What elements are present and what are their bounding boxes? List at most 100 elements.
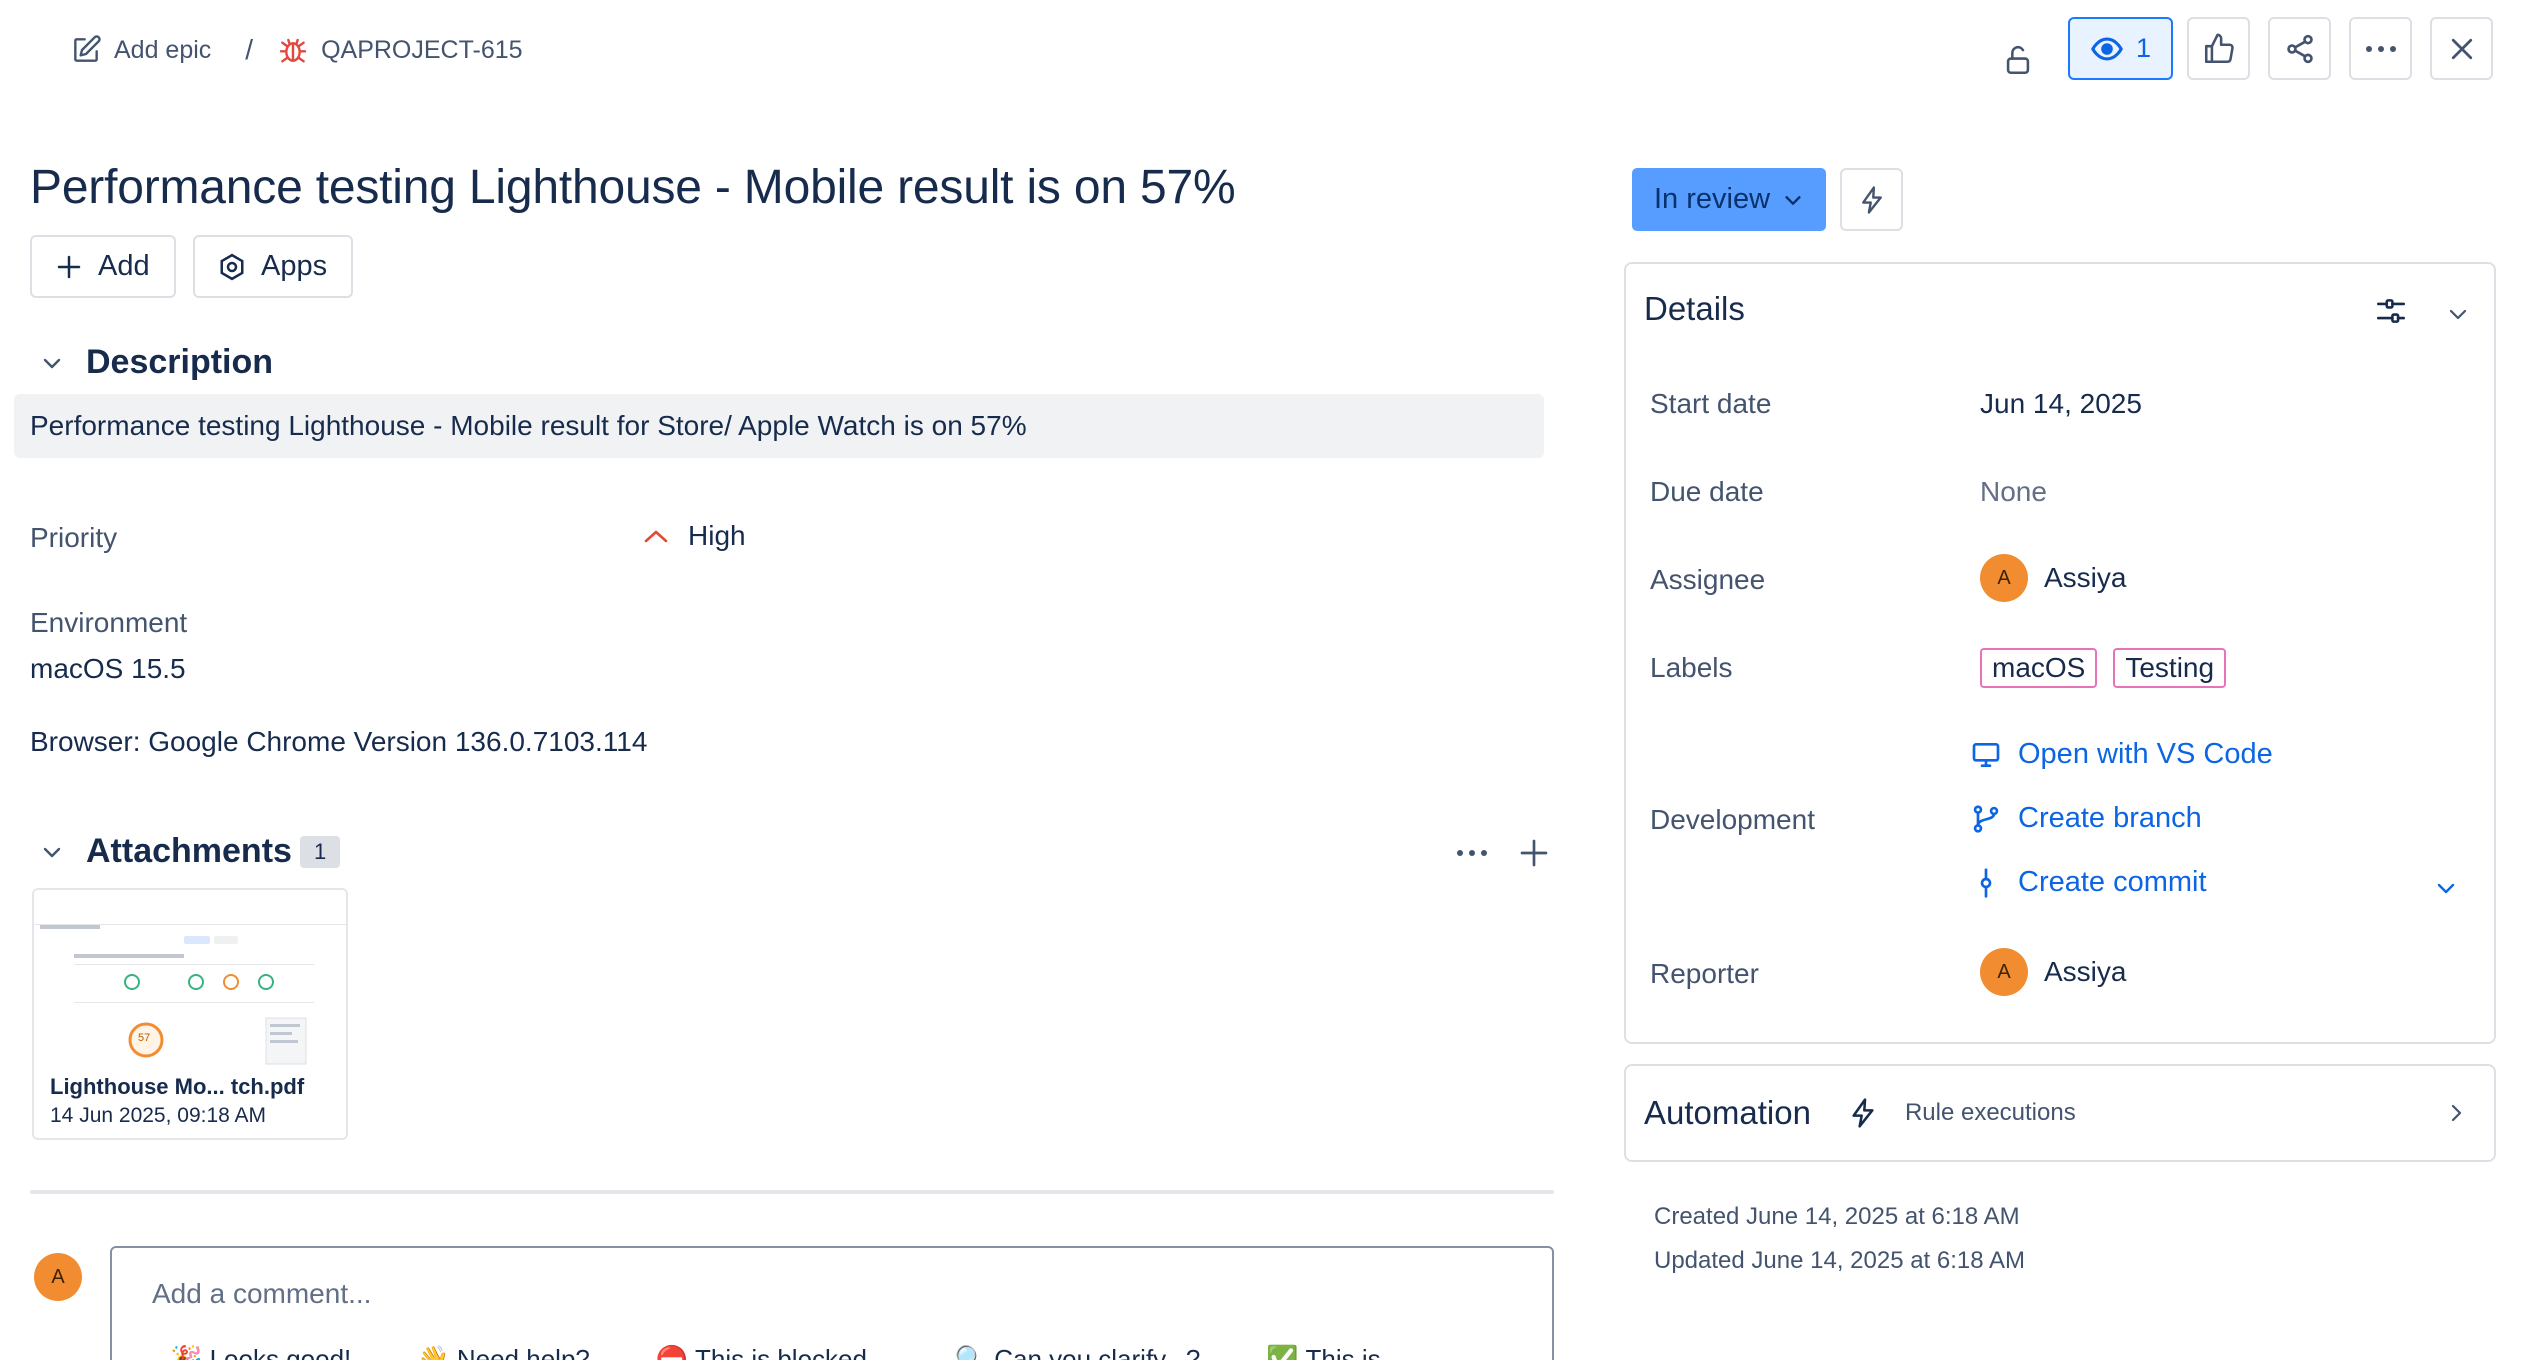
labels-field[interactable]: macOS Testing — [1980, 648, 2227, 688]
add-button-label: Add — [98, 250, 150, 282]
avatar: A — [1980, 554, 2028, 602]
issue-title[interactable]: Performance testing Lighthouse - Mobile … — [30, 160, 1236, 215]
environment-os: macOS 15.5 — [30, 653, 186, 684]
apps-icon — [217, 252, 247, 282]
bug-icon — [277, 34, 309, 66]
breadcrumb-separator: / — [245, 34, 254, 65]
updated-timestamp: Updated June 14, 2025 at 6:18 AM — [1654, 1247, 2025, 1274]
commit-icon — [1970, 867, 2002, 899]
reporter-name: Assiya — [2044, 956, 2127, 987]
created-timestamp: Created June 14, 2025 at 6:18 AM — [1654, 1203, 2020, 1230]
priority-label: Priority — [30, 522, 118, 553]
label-chip[interactable]: Testing — [2113, 648, 2227, 688]
watch-count: 1 — [2135, 33, 2152, 63]
section-divider — [30, 1190, 1554, 1194]
chevron-right-icon — [2444, 1101, 2468, 1125]
plus-icon — [54, 252, 84, 282]
attachments-heading: Attachments — [86, 832, 292, 870]
unlock-icon — [1988, 28, 2048, 91]
close-button[interactable] — [2430, 17, 2493, 80]
open-vscode-label: Open with VS Code — [2018, 738, 2273, 770]
share-icon — [2284, 33, 2316, 65]
add-epic-link[interactable]: Add epic — [70, 34, 211, 66]
rule-executions-label: Rule executions — [1904, 1099, 2076, 1126]
environment-browser: Browser: Google Chrome Version 136.0.710… — [30, 726, 648, 757]
create-commit-link[interactable]: Create commit — [1970, 866, 2207, 899]
apps-button-label: Apps — [261, 250, 328, 282]
thumbnail-score: 57 — [138, 1032, 151, 1044]
create-branch-link[interactable]: Create branch — [1970, 802, 2202, 835]
automation-heading: Automation — [1644, 1094, 1811, 1131]
avatar: A — [34, 1253, 82, 1301]
attachment-thumbnail: 57 — [34, 890, 346, 1068]
eye-icon — [2090, 32, 2124, 66]
chevron-down-icon — [1782, 189, 1804, 211]
due-date-value[interactable]: None — [1980, 476, 2047, 508]
attachments-header[interactable]: Attachments 1 — [40, 832, 341, 871]
environment-label: Environment — [30, 607, 188, 638]
details-collapse-button[interactable] — [2438, 294, 2478, 334]
quick-reply-chip[interactable]: ⛔ This is blocked... — [656, 1344, 889, 1360]
chevron-down-icon — [2446, 302, 2470, 326]
avatar: A — [1980, 948, 2028, 996]
assignee-label: Assignee — [1650, 564, 1766, 595]
attachment-file-date: 14 Jun 2025, 09:18 AM — [50, 1104, 266, 1127]
add-attachment-button[interactable] — [1513, 832, 1555, 874]
status-label: In review — [1654, 183, 1771, 215]
configure-fields-button[interactable] — [2366, 286, 2416, 336]
priority-field[interactable]: High — [642, 520, 746, 552]
avatar-initial: A — [51, 1265, 65, 1288]
sliders-icon — [2374, 294, 2408, 328]
assignee-name: Assiya — [2044, 562, 2127, 593]
more-icon — [1455, 848, 1489, 858]
due-date-label: Due date — [1650, 476, 1764, 507]
label-chip[interactable]: macOS — [1980, 648, 2098, 688]
start-date-value[interactable]: Jun 14, 2025 — [1980, 388, 2142, 420]
attachment-file-name: Lighthouse Mo... tch.pdf — [50, 1074, 305, 1099]
details-heading: Details — [1644, 290, 1745, 327]
attachment-card[interactable]: 57 Lighthouse Mo... tch.pdf 14 Jun 2025,… — [32, 888, 348, 1140]
actions-lightning-button[interactable] — [1840, 168, 1903, 231]
description-text: Performance testing Lighthouse - Mobile … — [30, 410, 1027, 441]
description-header[interactable]: Description — [40, 343, 273, 382]
thumbs-up-icon — [2202, 32, 2236, 66]
reporter-field[interactable]: A Assiya — [1980, 948, 2126, 996]
comment-placeholder: Add a comment... — [152, 1278, 372, 1309]
quick-reply-chip[interactable]: 👋 Need help? — [417, 1344, 590, 1360]
quick-reply-chip[interactable]: 🔍 Can you clarify...? — [955, 1344, 1201, 1360]
issue-key-link[interactable]: QAPROJECT-615 — [277, 34, 523, 66]
assignee-field[interactable]: A Assiya — [1980, 554, 2126, 602]
more-icon — [2364, 44, 2398, 54]
lightning-icon — [1847, 1093, 1879, 1133]
reporter-label: Reporter — [1650, 958, 1759, 989]
chevron-down-icon — [40, 351, 64, 375]
monitor-icon — [1970, 739, 2002, 771]
lock-button[interactable] — [1988, 28, 2048, 91]
description-field[interactable]: Performance testing Lighthouse - Mobile … — [14, 394, 1544, 458]
add-epic-label: Add epic — [114, 35, 212, 64]
attachments-more-button[interactable] — [1452, 835, 1492, 871]
status-dropdown[interactable]: In review — [1632, 168, 1827, 231]
automation-panel[interactable]: Automation Rule executions — [1624, 1064, 2496, 1162]
comment-input[interactable]: Add a comment... 🎉 Looks good! 👋 Need he… — [110, 1246, 1554, 1360]
branch-icon — [1970, 803, 2002, 835]
more-actions-button[interactable] — [2349, 17, 2412, 80]
quick-replies: 🎉 Looks good! 👋 Need help? ⛔ This is blo… — [170, 1344, 1402, 1360]
attachments-count-badge: 1 — [299, 835, 341, 868]
close-icon — [2447, 34, 2477, 64]
quick-reply-chip[interactable]: 🎉 Looks good! — [170, 1344, 351, 1360]
quick-reply-chip[interactable]: ✅ This is... — [1266, 1344, 1402, 1360]
priority-value: High — [688, 520, 746, 551]
breadcrumb: Add epic / QAPROJECT-615 — [70, 30, 523, 70]
add-button[interactable]: Add — [30, 235, 176, 298]
open-vscode-link[interactable]: Open with VS Code — [1970, 738, 2273, 771]
like-button[interactable] — [2187, 17, 2250, 80]
start-date-label: Start date — [1650, 388, 1772, 419]
watch-button[interactable]: 1 — [2068, 17, 2173, 80]
chevron-down-icon — [2434, 876, 2458, 900]
share-button[interactable] — [2268, 17, 2331, 80]
create-commit-label: Create commit — [2018, 866, 2207, 898]
plus-icon — [1518, 837, 1550, 869]
development-expand-button[interactable] — [2426, 870, 2466, 906]
apps-button[interactable]: Apps — [193, 235, 353, 298]
